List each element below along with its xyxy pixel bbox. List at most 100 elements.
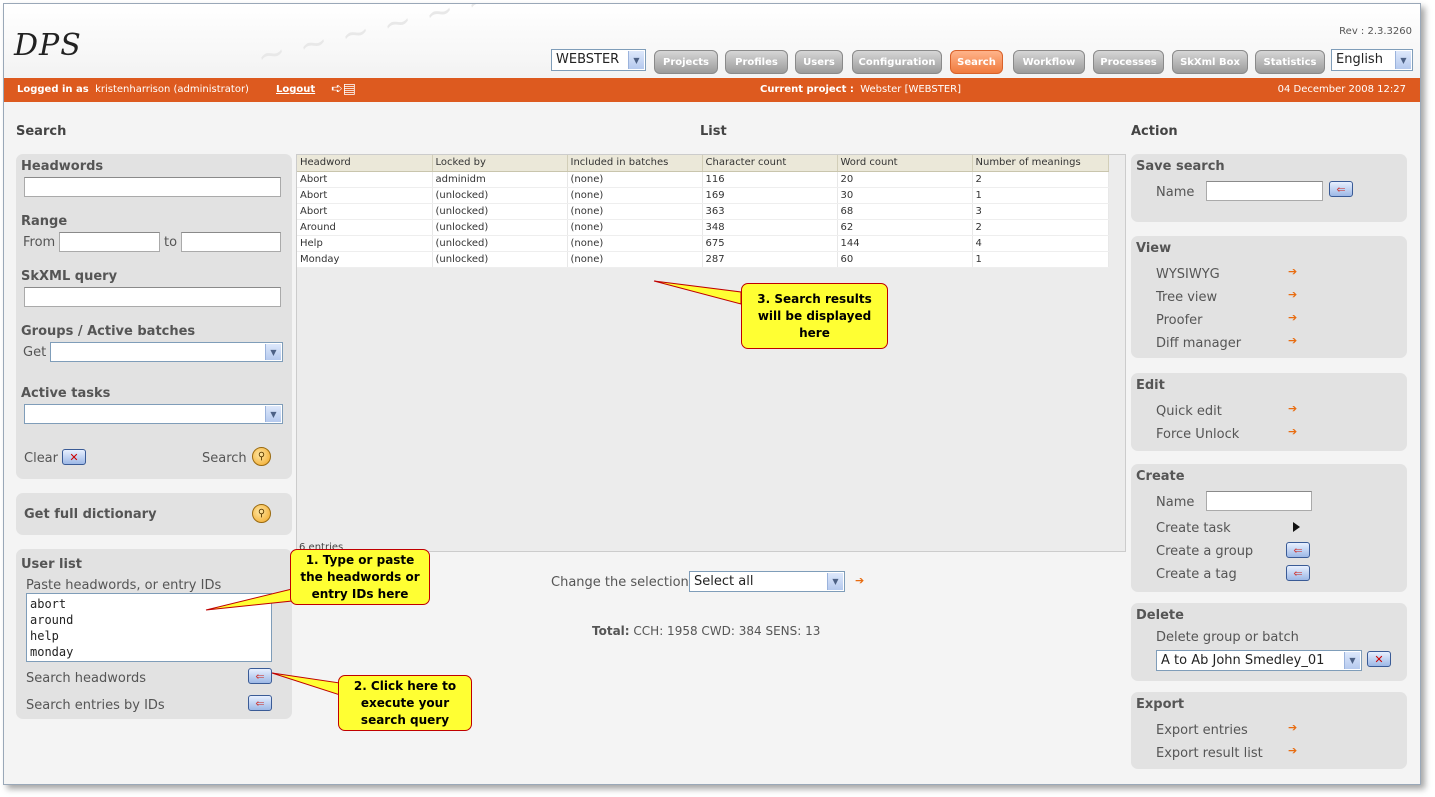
- save-name-label: Name: [1156, 185, 1195, 200]
- chevron-down-icon: ▼: [628, 51, 644, 69]
- nav-statistics[interactable]: Statistics: [1255, 50, 1325, 74]
- nav-processes[interactable]: Processes: [1093, 50, 1164, 74]
- save-search-title: Save search: [1136, 159, 1225, 174]
- cell-batches: (none): [567, 187, 703, 204]
- quick-edit-arrow-icon[interactable]: ➔: [1288, 402, 1297, 415]
- selection-select[interactable]: Select all ▼: [689, 571, 845, 592]
- delete-group-button[interactable]: ✕: [1367, 651, 1391, 667]
- change-selection-label: Change the selection: [551, 575, 689, 590]
- search-panel: Headwords Range From to SkXML query Grou…: [16, 154, 292, 479]
- cell-meanings: 2: [972, 171, 1109, 188]
- search-icon[interactable]: ⚲: [252, 504, 271, 523]
- table-row[interactable]: Help (unlocked) (none) 675 144 4: [297, 235, 1109, 252]
- header: ~ ~ ~ ~ ~ ~ DPS Rev : 2.3.3260 WEBSTER ▼…: [4, 4, 1420, 77]
- cell-meanings: 2: [972, 219, 1109, 236]
- table-row[interactable]: Around (unlocked) (none) 348 62 2: [297, 219, 1109, 236]
- delete-label: Delete group or batch: [1156, 630, 1299, 645]
- delete-panel: Delete Delete group or batch A to Ab Joh…: [1131, 603, 1407, 681]
- create-group-button[interactable]: ⇐: [1286, 542, 1310, 558]
- export-entries-arrow-icon[interactable]: ➔: [1288, 721, 1297, 734]
- current-datetime: 04 December 2008 12:27: [1277, 84, 1406, 95]
- cell-words: 68: [837, 203, 973, 220]
- search-headwords-button[interactable]: ⇐: [248, 668, 272, 684]
- cell-words: 144: [837, 235, 973, 252]
- user-list-panel: User list Paste headwords, or entry IDs …: [16, 549, 292, 719]
- col-locked-by[interactable]: Locked by: [432, 155, 568, 172]
- revision-label: Rev : 2.3.3260: [1339, 26, 1412, 37]
- nav-workflow[interactable]: Workflow: [1013, 50, 1085, 74]
- view-tree-arrow-icon[interactable]: ➔: [1288, 288, 1297, 301]
- skxml-query-input[interactable]: [24, 287, 281, 307]
- table-row[interactable]: Monday (unlocked) (none) 287 60 1: [297, 251, 1109, 268]
- view-proofer-arrow-icon[interactable]: ➔: [1288, 311, 1297, 324]
- export-result-label: Export result list: [1156, 746, 1263, 761]
- force-unlock-arrow-icon[interactable]: ➔: [1288, 425, 1297, 438]
- save-name-input[interactable]: [1206, 181, 1323, 201]
- col-headword[interactable]: Headword: [297, 155, 433, 172]
- export-result-arrow-icon[interactable]: ➔: [1288, 744, 1297, 757]
- nav-skxml-box[interactable]: SkXml Box: [1172, 50, 1248, 74]
- create-task-label: Create task: [1156, 521, 1231, 536]
- search-headwords-label: Search headwords: [26, 671, 146, 686]
- cell-headword: Abort: [297, 203, 433, 220]
- play-icon[interactable]: [1293, 522, 1300, 532]
- search-icon[interactable]: ⚲: [252, 447, 271, 466]
- cell-words: 20: [837, 171, 973, 188]
- skxml-title: SkXML query: [21, 269, 118, 284]
- range-to-input[interactable]: [181, 232, 281, 252]
- headwords-input[interactable]: [24, 177, 281, 197]
- export-panel: Export Export entries ➔ Export result li…: [1131, 692, 1407, 769]
- delete-group-select[interactable]: A to Ab John Smedley_01 ▼: [1156, 650, 1362, 671]
- full-dictionary-panel: Get full dictionary ⚲: [16, 493, 292, 535]
- tasks-select[interactable]: ▼: [24, 404, 283, 424]
- groups-select[interactable]: ▼: [50, 342, 283, 362]
- export-entries-label: Export entries: [1156, 723, 1248, 738]
- cell-meanings: 4: [972, 235, 1109, 252]
- col-meanings[interactable]: Number of meanings: [972, 155, 1109, 172]
- search-ids-label: Search entries by IDs: [26, 698, 165, 713]
- nav-users[interactable]: Users: [795, 50, 843, 74]
- cell-words: 62: [837, 219, 973, 236]
- table-row[interactable]: Abort (unlocked) (none) 169 30 1: [297, 187, 1109, 204]
- search-ids-button[interactable]: ⇐: [248, 695, 272, 711]
- cell-characters: 348: [702, 219, 838, 236]
- col-character-count[interactable]: Character count: [702, 155, 838, 172]
- logout-link[interactable]: Logout: [276, 84, 315, 95]
- create-title: Create: [1136, 469, 1185, 484]
- table-row[interactable]: Abort (unlocked) (none) 363 68 3: [297, 203, 1109, 220]
- clear-icon[interactable]: ✕: [62, 449, 86, 465]
- create-name-input[interactable]: [1206, 491, 1312, 511]
- nav-profiles[interactable]: Profiles: [725, 50, 788, 74]
- view-panel: View WYSIWYG ➔ Tree view ➔ Proofer ➔ Dif…: [1131, 236, 1407, 358]
- project-select[interactable]: WEBSTER ▼: [551, 49, 646, 71]
- export-title: Export: [1136, 697, 1185, 712]
- table-row[interactable]: Abort adminidm (none) 116 20 2: [297, 171, 1109, 188]
- nav-projects[interactable]: Projects: [654, 50, 718, 74]
- cell-batches: (none): [567, 235, 703, 252]
- cell-locked-by: (unlocked): [432, 235, 568, 252]
- col-word-count[interactable]: Word count: [837, 155, 973, 172]
- apply-selection-arrow-icon[interactable]: ➔: [855, 574, 864, 587]
- view-diff-arrow-icon[interactable]: ➔: [1288, 334, 1297, 347]
- chevron-down-icon: ▼: [265, 406, 281, 422]
- col-included-batches[interactable]: Included in batches: [567, 155, 703, 172]
- nav-configuration[interactable]: Configuration: [852, 50, 942, 74]
- app-logo: DPS: [14, 28, 82, 63]
- action-column-title: Action: [1131, 124, 1178, 139]
- project-select-value: WEBSTER: [556, 52, 620, 67]
- user-list-textarea[interactable]: abort around help monday: [26, 593, 272, 662]
- chevron-down-icon: ▼: [1395, 51, 1411, 69]
- create-tag-button[interactable]: ⇐: [1286, 565, 1310, 581]
- language-select[interactable]: English ▼: [1331, 49, 1413, 71]
- messages-icon[interactable]: ➪▤: [331, 81, 356, 97]
- view-wysiwyg-arrow-icon[interactable]: ➔: [1288, 265, 1297, 278]
- range-from-input[interactable]: [59, 232, 160, 252]
- header-watermark: ~ ~ ~ ~ ~ ~: [252, 4, 503, 77]
- results-list: Headword Locked by Included in batches C…: [296, 154, 1126, 553]
- create-panel: Create Name Create task Create a group ⇐…: [1131, 464, 1407, 592]
- nav-search[interactable]: Search: [950, 50, 1003, 74]
- groups-title: Groups / Active batches: [21, 324, 196, 339]
- save-search-button[interactable]: ⇐: [1329, 181, 1353, 197]
- callout-three: 3. Search results will be displayed here: [741, 283, 888, 349]
- current-project-label: Current project :: [760, 84, 854, 95]
